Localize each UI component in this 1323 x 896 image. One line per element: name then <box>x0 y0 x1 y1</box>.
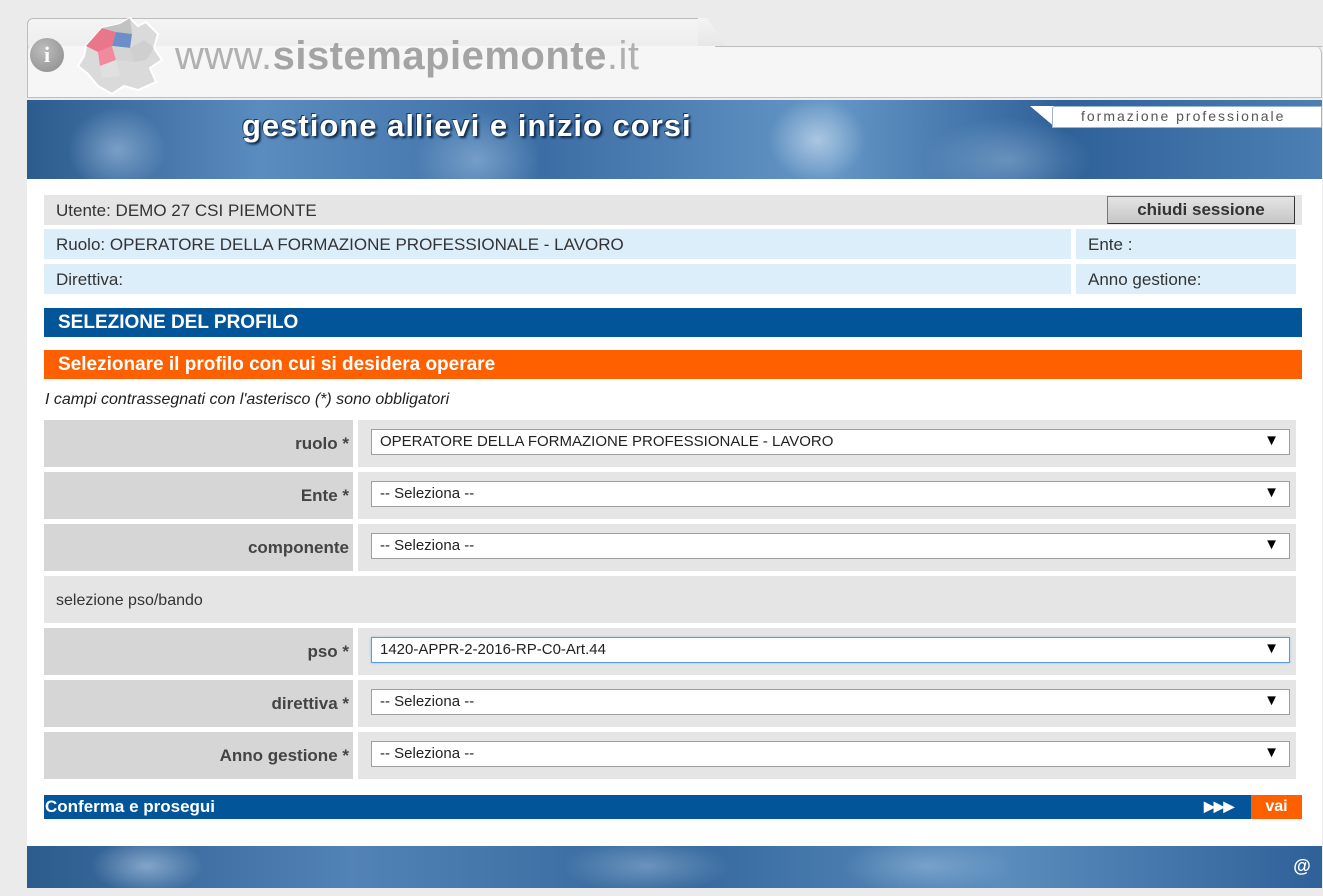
chevron-down-icon: ▼ <box>1264 744 1279 761</box>
pso-section-label: selezione pso/bando <box>56 592 203 609</box>
componente-cell: -- Seleziona -- ▼ <box>358 524 1296 571</box>
ruolo-text: Ruolo: OPERATORE DELLA FORMAZIONE PROFES… <box>56 235 624 254</box>
ruolo-label: ruolo * <box>44 420 353 467</box>
chevron-down-icon: ▼ <box>1264 536 1279 553</box>
utente-label: Utente: <box>56 201 116 220</box>
confirm-bar: Conferma e prosegui ▶▶▶ vai <box>44 795 1302 819</box>
pso-select-value: 1420-APPR-2-2016-RP-C0-Art.44 <box>380 641 606 658</box>
direttiva-label: direttiva * <box>44 680 353 727</box>
banner-tag: formazione professionale <box>1052 106 1322 128</box>
ruolo-select[interactable]: OPERATORE DELLA FORMAZIONE PROFESSIONALE… <box>371 429 1290 455</box>
pso-cell: 1420-APPR-2-2016-RP-C0-Art.44 ▼ <box>358 628 1296 675</box>
site-suffix: .it <box>606 34 640 78</box>
direttiva-select[interactable]: -- Seleziona -- ▼ <box>371 689 1290 715</box>
anno-info-label: Anno gestione: <box>1088 270 1202 289</box>
ente-info-label: Ente : <box>1088 235 1133 254</box>
section-title: SELEZIONE DEL PROFILO <box>44 308 1302 337</box>
banner-title: gestione allievi e inizio corsi <box>242 108 692 143</box>
site-prefix: www. <box>175 34 273 78</box>
info-icon[interactable]: i <box>30 38 64 72</box>
componente-select-value: -- Seleziona -- <box>380 537 475 554</box>
direttiva-row <box>44 264 1071 294</box>
componente-label: componente <box>44 524 353 571</box>
logo-box-line <box>715 46 1322 47</box>
anno-gestione-label: Anno gestione * <box>44 732 353 779</box>
pso-select[interactable]: 1420-APPR-2-2016-RP-C0-Art.44 ▼ <box>371 637 1290 663</box>
page: i www.sistemapiemonte.it gestione alliev… <box>0 0 1323 896</box>
confirm-label: Conferma e prosegui <box>45 797 216 816</box>
footer-banner: @ <box>27 846 1322 888</box>
chevron-down-icon: ▼ <box>1264 432 1279 449</box>
direttiva-select-value: -- Seleziona -- <box>380 693 475 710</box>
pso-section-row <box>44 576 1296 623</box>
logout-button[interactable]: chiudi sessione <box>1107 196 1295 224</box>
ente-label: Ente * <box>44 472 353 519</box>
utente-text: Utente: DEMO 27 CSI PIEMONTE <box>56 201 317 221</box>
chevron-down-icon: ▼ <box>1264 484 1279 501</box>
required-note: I campi contrassegnati con l'asterisco (… <box>45 391 450 408</box>
anno-gestione-select[interactable]: -- Seleziona -- ▼ <box>371 741 1290 767</box>
ruolo-select-value: OPERATORE DELLA FORMAZIONE PROFESSIONALE… <box>380 433 834 450</box>
forward-arrows-icon: ▶▶▶ <box>1204 798 1234 814</box>
ente-cell: -- Seleziona -- ▼ <box>358 472 1296 519</box>
anno-gestione-select-value: -- Seleziona -- <box>380 745 475 762</box>
ente-select-value: -- Seleziona -- <box>380 485 475 502</box>
direttiva-info-label: Direttiva: <box>56 270 124 289</box>
ente-select[interactable]: -- Seleziona -- ▼ <box>371 481 1290 507</box>
ruolo-cell: OPERATORE DELLA FORMAZIONE PROFESSIONALE… <box>358 420 1296 467</box>
anno-gestione-cell: -- Seleziona -- ▼ <box>358 732 1296 779</box>
componente-select[interactable]: -- Seleziona -- ▼ <box>371 533 1290 559</box>
site-name: sistemapiemonte <box>272 34 607 78</box>
pso-label: pso * <box>44 628 353 675</box>
chevron-down-icon: ▼ <box>1264 640 1279 657</box>
logo-tab-slant <box>698 18 728 48</box>
at-icon[interactable]: @ <box>1292 856 1312 876</box>
section-subtitle: Selezionare il profilo con cui si deside… <box>44 350 1302 379</box>
utente-value: DEMO 27 CSI PIEMONTE <box>115 201 317 220</box>
direttiva-cell: -- Seleziona -- ▼ <box>358 680 1296 727</box>
site-logo-text[interactable]: www.sistemapiemonte.it <box>175 34 639 79</box>
chevron-down-icon: ▼ <box>1264 692 1279 709</box>
banner: gestione allievi e inizio corsi formazio… <box>27 100 1322 179</box>
piemonte-map-logo <box>76 16 164 96</box>
vai-button[interactable]: vai <box>1251 795 1302 819</box>
